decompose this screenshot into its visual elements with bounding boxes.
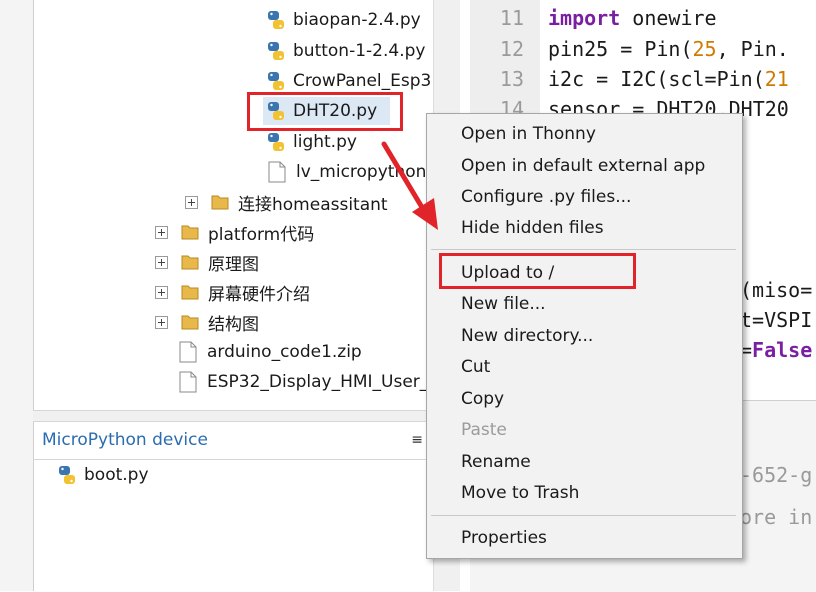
folder-icon	[181, 255, 199, 270]
code-token: 21	[764, 67, 789, 91]
left-edge	[0, 0, 34, 591]
python-file-icon	[268, 72, 284, 90]
tree-item-light[interactable]: light.py	[265, 128, 357, 156]
expand-toggle-icon[interactable]	[155, 255, 168, 269]
menu-move-to-trash[interactable]: Move to Trash	[461, 479, 579, 507]
menu-open-in-thonny[interactable]: Open in Thonny	[461, 120, 596, 148]
menu-new-directory[interactable]: New directory...	[461, 322, 593, 350]
python-file-icon	[59, 466, 75, 484]
tree-item-label: biaopan-2.4.py	[293, 10, 421, 30]
tree-item-label: boot.py	[84, 465, 149, 485]
line-number: 12	[499, 37, 524, 61]
tree-item-arduino-zip[interactable]: arduino_code1.zip	[179, 338, 362, 366]
tree-item-label: ESP32_Display_HMI_User_	[207, 372, 429, 392]
tree-item-structure-folder[interactable]: 结构图	[155, 308, 259, 336]
code-line: pin25 = Pin(25, Pin.	[548, 37, 789, 61]
expand-toggle-icon[interactable]	[185, 195, 198, 209]
tree-item-screen-hardware-folder[interactable]: 屏幕硬件介绍	[155, 278, 310, 306]
tree-item-label: 结构图	[208, 314, 259, 335]
highlight-box-upload	[439, 253, 636, 289]
expand-toggle-icon[interactable]	[155, 225, 168, 239]
annotation-arrow-icon	[381, 141, 438, 230]
code-token: onewire	[620, 6, 717, 30]
document-icon	[268, 161, 286, 183]
tree-item-label: 屏幕硬件介绍	[208, 284, 310, 305]
code-token: i2c = I2C(scl=Pin(	[548, 67, 765, 91]
device-panel-header: MicroPython device ≡	[33, 421, 433, 460]
shell-output: ore in	[740, 505, 813, 529]
code-token: t=VSPI	[740, 308, 813, 332]
highlight-box-dht20	[247, 92, 403, 131]
tree-item-label: platform代码	[208, 224, 315, 245]
code-token: 25	[692, 37, 717, 61]
code-token: pin25 = Pin(	[548, 37, 693, 61]
code-token: False	[752, 338, 813, 362]
menu-rename[interactable]: Rename	[461, 448, 531, 476]
folder-icon	[181, 225, 199, 240]
hamburger-menu-icon[interactable]: ≡	[411, 432, 423, 448]
code-fragment: =False	[740, 338, 812, 362]
tree-item-esp32-user-guide[interactable]: ESP32_Display_HMI_User_	[179, 368, 433, 396]
menu-copy[interactable]: Copy	[461, 385, 504, 413]
folder-icon	[181, 315, 199, 330]
expand-toggle-icon[interactable]	[155, 285, 168, 299]
tree-item-homeassitant-folder[interactable]: 连接homeassitant	[185, 188, 388, 216]
menu-separator	[431, 515, 736, 516]
code-token: import	[548, 6, 621, 30]
code-line: i2c = I2C(scl=Pin(21	[548, 67, 789, 91]
menu-cut[interactable]: Cut	[461, 353, 490, 381]
device-panel-title: MicroPython device	[42, 430, 208, 450]
shell-output: -652-g	[740, 463, 813, 487]
menu-properties[interactable]: Properties	[461, 524, 547, 552]
tree-item-crowpanel[interactable]: CrowPanel_Esp3	[265, 67, 433, 95]
tree-item-button[interactable]: button-1-2.4.py	[265, 37, 425, 65]
tree-item-label: CrowPanel_Esp3	[293, 71, 432, 91]
line-number: 11	[499, 6, 524, 30]
folder-icon	[211, 195, 229, 210]
line-number: 13	[499, 67, 524, 91]
menu-configure-py-files[interactable]: Configure .py files...	[461, 183, 631, 211]
python-file-icon	[268, 11, 284, 29]
code-fragment: t=VSPI	[740, 308, 812, 332]
tree-item-biaopan[interactable]: biaopan-2.4.py	[265, 6, 421, 34]
folder-icon	[181, 285, 199, 300]
python-file-icon	[268, 133, 284, 151]
context-menu: Open in Thonny Open in default external …	[426, 113, 743, 559]
tree-item-label: light.py	[293, 132, 357, 152]
code-fragment: (miso=	[740, 278, 812, 302]
menu-new-file[interactable]: New file...	[461, 290, 546, 318]
menu-hide-hidden-files[interactable]: Hide hidden files	[461, 214, 604, 242]
document-icon	[179, 371, 197, 393]
expand-toggle-icon[interactable]	[155, 315, 168, 329]
python-file-icon	[268, 42, 284, 60]
tree-item-label: 原理图	[208, 254, 259, 275]
tree-item-platform-folder[interactable]: platform代码	[155, 218, 314, 246]
code-line: import onewire	[548, 6, 717, 30]
device-file-boot[interactable]: boot.py	[56, 461, 149, 489]
menu-paste: Paste	[461, 420, 507, 440]
file-browser-panel: biaopan-2.4.py button-1-2.4.py CrowPanel…	[0, 0, 433, 591]
tree-item-label: 连接homeassitant	[238, 194, 388, 215]
tree-item-schematic-folder[interactable]: 原理图	[155, 248, 259, 276]
code-token: , Pin.	[716, 37, 789, 61]
code-token: (miso=	[740, 278, 813, 302]
menu-separator	[431, 249, 736, 250]
tree-item-label: arduino_code1.zip	[207, 342, 362, 362]
menu-open-external-app[interactable]: Open in default external app	[461, 152, 705, 180]
document-icon	[179, 341, 197, 363]
tree-item-label: button-1-2.4.py	[293, 41, 426, 61]
